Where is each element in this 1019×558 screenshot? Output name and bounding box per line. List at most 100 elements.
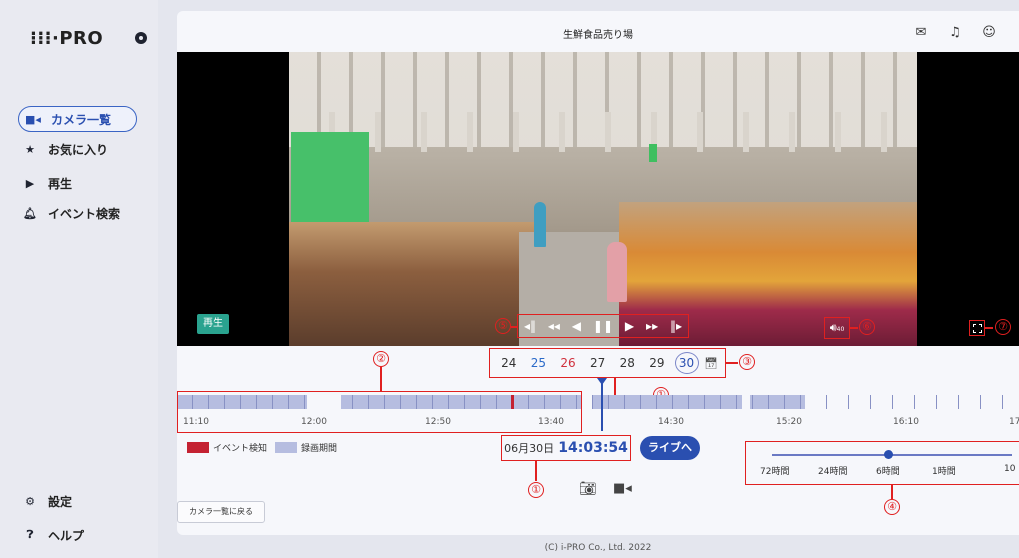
- sidebar-item-camera-list[interactable]: ■◂ カメラ一覧: [18, 106, 137, 132]
- callout-line: [535, 461, 537, 481]
- video-player[interactable]: 再生 ⑤ ◂‖ ◂◂ ◀ ❚❚ ▶ ▸▸ ‖▸ 🔊︎40 ⑥ ⑦: [177, 52, 1019, 346]
- legend-recording-label: 録画期間: [301, 444, 338, 454]
- callout-line: [380, 367, 382, 391]
- reverse-play-icon[interactable]: ◀: [572, 316, 581, 336]
- bell-icon: 🔔︎: [23, 206, 37, 220]
- timeline-gap: [582, 395, 592, 409]
- tick-label: 11:10: [183, 417, 209, 427]
- current-date: 06月30日: [504, 442, 555, 455]
- timeline-empty: [805, 395, 1019, 409]
- callout-line: [726, 362, 738, 364]
- play-icon: ▶: [25, 176, 35, 190]
- zoom-label[interactable]: 10: [1004, 464, 1015, 474]
- timeline-legend: イベント検知 録画期間: [187, 441, 337, 454]
- zoom-handle[interactable]: [884, 450, 893, 459]
- live-button[interactable]: ライブへ: [640, 436, 700, 460]
- date-item[interactable]: 28: [615, 356, 639, 370]
- help-icon: ❓︎: [26, 528, 34, 541]
- play-icon[interactable]: ▶: [625, 316, 634, 336]
- callout-line: [891, 485, 893, 499]
- zoom-slider: 72時間 24時間 6時間 1時間 10: [745, 441, 1019, 485]
- fullscreen-icon[interactable]: [969, 320, 985, 336]
- callout-7: ⑦: [995, 319, 1011, 335]
- callout-line: [850, 327, 858, 329]
- camera-feed-image: [289, 52, 917, 346]
- tick-label: 13:40: [538, 417, 564, 427]
- status-dot-icon[interactable]: [135, 32, 147, 44]
- callout-4: ④: [884, 499, 900, 515]
- zoom-label[interactable]: 1時間: [932, 464, 956, 477]
- recording-swatch: [275, 442, 298, 453]
- step-back-icon[interactable]: ◂‖: [524, 316, 536, 336]
- pause-icon[interactable]: ❚❚: [593, 316, 613, 336]
- callout-line: [985, 327, 993, 329]
- callout-line: [614, 378, 616, 396]
- callout-2: ②: [373, 351, 389, 367]
- camera-icon: ■◂: [25, 112, 41, 126]
- notification-bell-icon[interactable]: ♫: [945, 23, 965, 43]
- tick-label: 14:30: [658, 417, 684, 427]
- callout-6: ⑥: [859, 319, 875, 335]
- tick-label: 12:50: [425, 417, 451, 427]
- user-icon[interactable]: ☺: [979, 23, 999, 43]
- legend-event-label: イベント検知: [213, 444, 268, 454]
- timeline-gap: [742, 395, 750, 409]
- callout-1-bottom: ①: [528, 482, 544, 498]
- callout-5: ⑤: [495, 318, 511, 334]
- sidebar-item-label: お気に入り: [48, 142, 109, 157]
- star-icon: ★: [25, 142, 35, 156]
- fast-forward-icon[interactable]: ▸▸: [646, 316, 658, 336]
- sidebar-item-settings[interactable]: ⚙ 設定: [22, 488, 72, 514]
- sidebar-item-favorites[interactable]: ★ お気に入り: [22, 136, 108, 162]
- volume-icon[interactable]: 🔊︎40: [824, 317, 850, 339]
- rewind-icon[interactable]: ◂◂: [548, 316, 560, 336]
- zoom-label[interactable]: 24時間: [818, 464, 847, 477]
- scene-green-sign: [649, 144, 657, 162]
- main-panel: 生鮮食品売り場 ✉ ♫ ☺ 再生 ⑤ ◂‖ ◂◂ ◀ ❚❚ ▶ ▸▸ ‖▸ 🔊︎…: [177, 11, 1019, 535]
- gear-icon: ⚙: [25, 494, 35, 508]
- date-item[interactable]: 26: [556, 356, 580, 370]
- playback-controls: ◂‖ ◂◂ ◀ ❚❚ ▶ ▸▸ ‖▸: [517, 314, 689, 338]
- playhead[interactable]: [601, 381, 603, 431]
- date-item[interactable]: 25: [526, 356, 550, 370]
- sidebar-item-label: イベント検索: [48, 206, 121, 221]
- scene-beams: [289, 112, 917, 152]
- tick-label: 15:20: [776, 417, 802, 427]
- scene-green-wall: [291, 132, 369, 232]
- volume-level: 40: [836, 326, 845, 333]
- tick-label: 12:00: [301, 417, 327, 427]
- logo: ⁝⁝⁝·PRO: [30, 28, 104, 49]
- step-forward-icon[interactable]: ‖▸: [670, 316, 682, 336]
- timeline-highlight: [177, 391, 582, 433]
- page-title: 生鮮食品売り場: [563, 30, 633, 41]
- back-to-camera-list-button[interactable]: カメラ一覧に戻る: [177, 501, 265, 523]
- scene-shopper: [534, 202, 546, 247]
- copyright-footer: (C) i-PRO Co., Ltd. 2022: [544, 543, 652, 553]
- date-item[interactable]: 27: [586, 356, 610, 370]
- sidebar-item-help[interactable]: ❓︎ ヘルプ: [22, 522, 84, 548]
- current-time: 14:03:54: [558, 440, 628, 456]
- zoom-label[interactable]: 72時間: [760, 464, 789, 477]
- sidebar-item-label: カメラ一覧: [51, 112, 112, 127]
- tick-label: 17: [1009, 417, 1019, 427]
- sidebar-item-label: 設定: [48, 494, 73, 509]
- date-selector: 24 25 26 27 28 29 30 📅︎: [489, 348, 726, 378]
- video-record-icon[interactable]: ■◂: [613, 481, 632, 496]
- scene-child: [607, 242, 627, 302]
- event-swatch: [187, 442, 209, 453]
- sidebar-item-label: ヘルプ: [48, 528, 85, 543]
- zoom-label[interactable]: 6時間: [876, 464, 900, 477]
- tick-label: 16:10: [893, 417, 919, 427]
- date-item-selected[interactable]: 30: [674, 352, 699, 374]
- date-item[interactable]: 24: [497, 356, 521, 370]
- mail-icon[interactable]: ✉: [911, 23, 931, 43]
- sidebar-item-label: 再生: [48, 176, 73, 191]
- sidebar-item-event-search[interactable]: 🔔︎ イベント検索: [22, 200, 120, 226]
- sidebar-item-playback[interactable]: ▶ 再生: [22, 170, 72, 196]
- playback-badge: 再生: [197, 314, 229, 334]
- date-item[interactable]: 29: [645, 356, 669, 370]
- sidebar: ⁝⁝⁝·PRO ■◂ カメラ一覧 ★ お気に入り ▶ 再生 🔔︎ イベント検索 …: [0, 0, 158, 558]
- calendar-icon[interactable]: 📅︎: [704, 357, 718, 370]
- snapshot-camera-icon[interactable]: 📷︎: [579, 481, 597, 497]
- callout-3: ③: [739, 354, 755, 370]
